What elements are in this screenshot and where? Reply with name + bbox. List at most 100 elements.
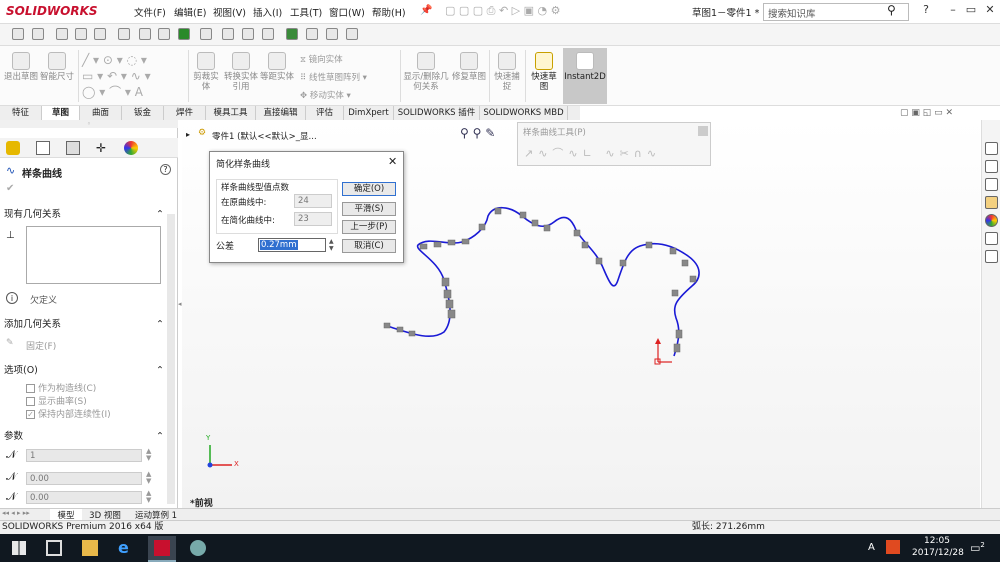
ok-check-icon[interactable]: ✔	[6, 183, 14, 194]
panel-scrollbar[interactable]	[167, 214, 175, 504]
construction-checkbox[interactable]: 作为构造线(C)	[26, 381, 96, 394]
tab-sketch[interactable]: 草图	[42, 106, 80, 120]
menu-edit[interactable]: 编辑(E)	[174, 5, 206, 19]
spin-control[interactable]: ▲ ▼	[146, 471, 151, 485]
ok-button[interactable]: 确定(O)	[342, 182, 396, 196]
config-tab[interactable]	[66, 141, 80, 155]
display-tab[interactable]	[124, 141, 138, 155]
solidworks-taskbar-button[interactable]	[148, 536, 176, 562]
tab-sheet-metal[interactable]: 钣金	[122, 106, 164, 120]
instant2d-button[interactable]: Instant2D	[563, 48, 607, 104]
menu-window[interactable]: 窗口(W)	[329, 5, 365, 19]
cancel-button[interactable]: 取消(C)	[342, 239, 396, 253]
tool-icon[interactable]	[94, 28, 106, 40]
quick-access-toolbar[interactable]: ▢ ▢ ▢ ⎙ ↶ ▷ ▣ ◔ ⚙	[445, 4, 685, 20]
tolerance-spinner[interactable]: ▲ ▼	[329, 238, 334, 252]
tool-icon[interactable]	[326, 28, 338, 40]
move-entities-button[interactable]: ✥ 移动实体 ▾	[300, 87, 398, 105]
view-window-controls[interactable]: ▢ ▣ ◱ ▭ ✕	[900, 108, 953, 118]
appearances-icon[interactable]	[985, 214, 998, 227]
convert-entities-button[interactable]: 转换实体引用	[224, 52, 258, 92]
property-manager-tab[interactable]	[6, 141, 20, 155]
linear-pattern-button[interactable]: ⠿ 线性草图阵列 ▾	[300, 69, 398, 87]
ime-indicator[interactable]: A	[868, 542, 875, 553]
tool-icon[interactable]	[56, 28, 68, 40]
tab-mold-tools[interactable]: 模具工具	[206, 106, 256, 120]
tool-icon[interactable]	[262, 28, 274, 40]
custom-properties-icon[interactable]	[985, 232, 998, 245]
mirror-entities-button[interactable]: ⧖ 镜向实体	[300, 51, 398, 69]
trim-entities-button[interactable]: 剪裁实体	[190, 52, 222, 92]
tool-icon[interactable]	[286, 28, 298, 40]
tool-icon[interactable]	[139, 28, 151, 40]
tab-weldments[interactable]: 焊件	[164, 106, 206, 120]
start-icon[interactable]	[12, 541, 26, 555]
display-relations-button[interactable]: 显示/删除几何关系	[403, 52, 449, 92]
tab-dimxpert[interactable]: DimXpert	[344, 106, 394, 120]
quick-snaps-button[interactable]: 快速捕捉	[492, 52, 522, 92]
dimxpert-tab[interactable]: ✛	[96, 141, 106, 155]
help-icon[interactable]: ?	[918, 3, 934, 19]
tab-surfaces[interactable]: 曲面	[80, 106, 122, 120]
tool-icon[interactable]	[75, 28, 87, 40]
smart-dimension-button[interactable]: 智能尺寸	[40, 52, 74, 82]
tree-expand-icon[interactable]: ▸	[186, 130, 190, 139]
tool-icon[interactable]	[32, 28, 44, 40]
edge-icon[interactable]: e	[118, 540, 134, 556]
tab-features[interactable]: 特征	[0, 106, 42, 120]
forum-icon[interactable]	[985, 250, 998, 263]
panel-grip[interactable]: ◦	[0, 120, 178, 128]
add-relations-header[interactable]: 添加几何关系 ⌃	[4, 318, 164, 332]
collapse-handle[interactable]: ◂	[178, 300, 182, 308]
tab-addins[interactable]: SOLIDWORKS 插件	[394, 106, 480, 120]
tool-icon[interactable]	[12, 28, 24, 40]
point-index-field[interactable]: 1	[26, 449, 142, 462]
menu-file[interactable]: 文件(F)	[134, 5, 166, 19]
mirror-pattern-group[interactable]: ⧖ 镜向实体 ⠿ 线性草图阵列 ▾ ✥ 移动实体 ▾	[300, 51, 398, 105]
tool-icon[interactable]	[242, 28, 254, 40]
rapid-sketch-button[interactable]: 快速草图	[528, 52, 560, 92]
file-explorer-icon[interactable]	[985, 178, 998, 191]
view-heads-up-toolbar[interactable]: ⚲ ⚲ ✎	[460, 126, 495, 140]
spin-control[interactable]: ▲ ▼	[146, 448, 151, 462]
task-view-icon[interactable]	[46, 540, 62, 556]
help-icon[interactable]: ?	[160, 164, 171, 175]
relations-list[interactable]	[26, 226, 161, 284]
feature-tree-crumb[interactable]: 零件1 (默认<<默认>_显...	[212, 130, 317, 142]
home-icon[interactable]	[985, 142, 998, 155]
parameters-header[interactable]: 参数 ⌃	[4, 430, 164, 444]
search-icon[interactable]: ⚲	[887, 3, 896, 17]
exit-sketch-button[interactable]: 退出草图	[4, 52, 38, 82]
design-library-icon[interactable]	[985, 196, 998, 209]
menu-insert[interactable]: 插入(I)	[253, 5, 282, 19]
show-curvature-checkbox[interactable]: 显示曲率(S)	[26, 394, 87, 407]
close-icon[interactable]	[698, 126, 708, 136]
clock-time[interactable]: 12:05	[912, 536, 962, 546]
sketch-entities-group[interactable]: ╱ ▾ ⊙ ▾ ◌ ▾ ▭ ▾ ↶ ▾ ∿ ▾ ◯ ▾ ⌒ ▾ A	[82, 52, 187, 102]
notification-icon[interactable]: ▭2	[970, 541, 985, 555]
tool-icon[interactable]	[306, 28, 318, 40]
file-explorer-icon[interactable]	[82, 540, 98, 556]
tolerance-input[interactable]: 0.27mm	[258, 238, 326, 252]
spline-tool-icons[interactable]: ↗∿⌒∿∟ ∿✂∩∿	[524, 145, 661, 161]
tool-icon[interactable]	[346, 28, 358, 40]
tab-direct-editing[interactable]: 直接编辑	[256, 106, 306, 120]
tool-icon[interactable]	[222, 28, 234, 40]
tab-evaluate[interactable]: 评估	[306, 106, 344, 120]
input-method-icon[interactable]	[886, 540, 900, 554]
clock-date[interactable]: 2017/12/28	[912, 548, 964, 558]
tab-scroll-arrows[interactable]: ◂◂ ◂ ▸ ▸▸	[2, 509, 30, 517]
options-header[interactable]: 选项(O) ⌃	[4, 364, 164, 378]
offset-entities-button[interactable]: 等距实体	[260, 52, 294, 82]
tab-mbd[interactable]: SOLIDWORKS MBD	[480, 106, 568, 120]
tab-model[interactable]: 模型	[50, 509, 82, 521]
tool-icon[interactable]	[200, 28, 212, 40]
internal-continuity-checkbox[interactable]: ✓ 保持内部连续性(I)	[26, 407, 111, 420]
menu-tools[interactable]: 工具(T)	[290, 5, 322, 19]
tool-icon[interactable]	[158, 28, 170, 40]
smooth-button[interactable]: 平滑(S)	[342, 202, 396, 216]
feature-tree-tab[interactable]	[36, 141, 50, 155]
spin-control[interactable]: ▲ ▼	[146, 490, 151, 504]
tool-icon[interactable]	[178, 28, 190, 40]
x-coordinate-field[interactable]: 0.00	[26, 472, 142, 485]
